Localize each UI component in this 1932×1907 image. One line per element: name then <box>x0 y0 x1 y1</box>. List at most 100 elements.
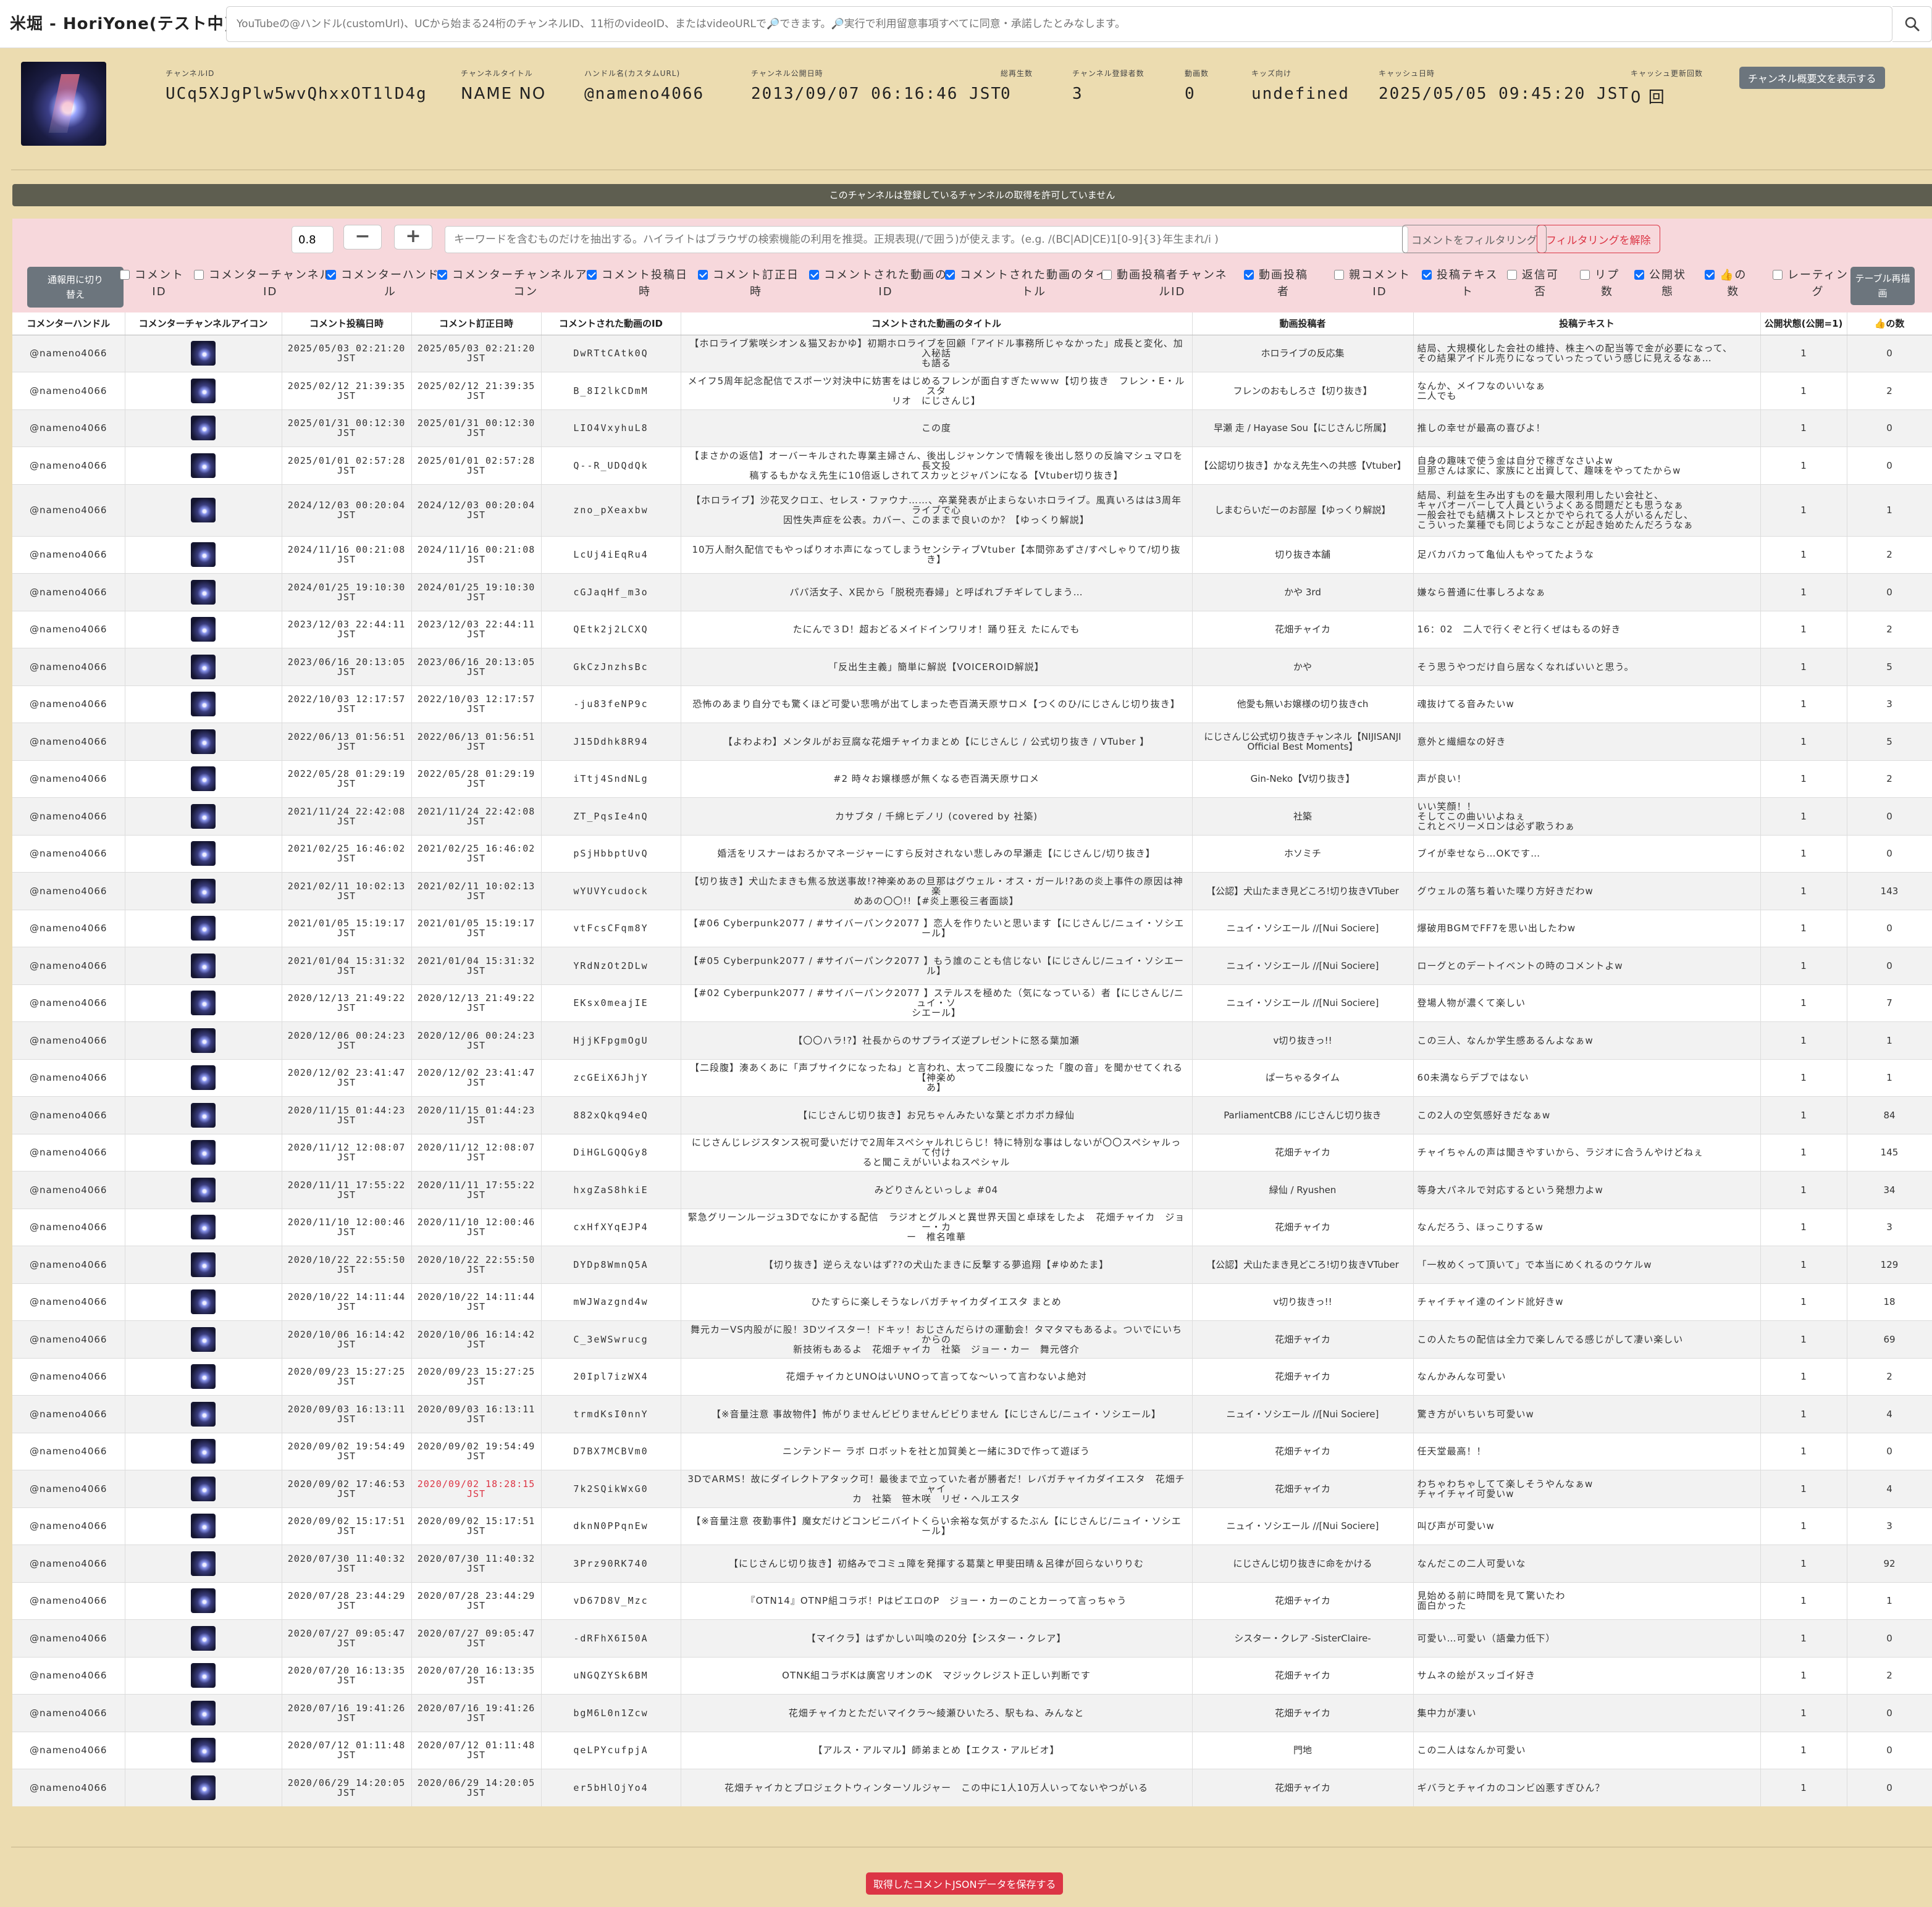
column-toggle[interactable]: 動画投稿者チャンネ ルID <box>1102 267 1227 300</box>
video-id-cell[interactable]: er5bHlOjYo4 <box>541 1769 681 1806</box>
commenter-handle-cell[interactable]: @nameno4066 <box>12 1656 125 1695</box>
video-title-cell[interactable]: この度 <box>681 409 1193 447</box>
commenter-handle-cell[interactable]: @nameno4066 <box>12 1731 125 1769</box>
video-id-cell[interactable]: qeLPYcufpjA <box>541 1731 681 1769</box>
commenter-handle-cell[interactable]: @nameno4066 <box>12 409 125 447</box>
uploader-cell[interactable]: にじさんじ公式切り抜きチャンネル【NIJISANJI Official Best… <box>1192 723 1414 760</box>
uploader-cell[interactable]: 他愛も無いお嬢様の切り抜きch <box>1192 685 1414 723</box>
column-header[interactable]: コメンターチャンネルアイコン <box>125 312 282 335</box>
commenter-avatar[interactable] <box>191 654 216 679</box>
search-input[interactable] <box>226 6 1892 42</box>
video-id-cell[interactable]: -ju83feNP9c <box>541 685 681 723</box>
video-title-cell[interactable]: ひたすらに楽しそうなレバガチャイカダイエスタ まとめ <box>681 1283 1193 1321</box>
commenter-handle-cell[interactable]: @nameno4066 <box>12 1769 125 1806</box>
video-id-cell[interactable]: C_3eWSwrucg <box>541 1320 681 1358</box>
video-id-cell[interactable]: bgM6L0n1Zcw <box>541 1694 681 1732</box>
video-title-cell[interactable]: にじさんじレジスタンス祝可愛いだけで2周年スペシャルれじらじ！特に特別な事はしな… <box>681 1133 1193 1171</box>
column-toggle[interactable]: レーティン グ <box>1773 267 1849 300</box>
zoom-minus-button[interactable]: − <box>343 225 382 249</box>
uploader-cell[interactable]: シスター・クレア -SisterClaire- <box>1192 1619 1414 1657</box>
uploader-cell[interactable]: 花畑チャイカ <box>1192 1357 1414 1396</box>
video-title-cell[interactable]: ニンテンドー ラボ ロボットを社と加賀美と一緒に3Dで作って遊ぼう <box>681 1432 1193 1470</box>
uploader-cell[interactable]: かや <box>1192 648 1414 685</box>
uploader-cell[interactable]: 社築 <box>1192 797 1414 835</box>
column-toggle[interactable]: コメント ID <box>120 267 184 300</box>
commenter-avatar[interactable] <box>191 692 216 717</box>
commenter-handle-cell[interactable]: @nameno4066 <box>12 1619 125 1657</box>
video-id-cell[interactable]: Q--R_UDQdQk <box>541 446 681 484</box>
video-id-cell[interactable]: wYUVYcudock <box>541 872 681 910</box>
uploader-cell[interactable]: 花畑チャイカ <box>1192 1432 1414 1470</box>
filter-comments-button[interactable]: コメントをフィルタリング <box>1402 225 1547 253</box>
video-title-cell[interactable]: 【まさかの返信】オーバーキルされた専業主婦さん、後出しジャンケンで情報を後出し怒… <box>681 446 1193 484</box>
uploader-cell[interactable]: 花畑チャイカ <box>1192 1694 1414 1732</box>
video-id-cell[interactable]: mWJWazgnd4w <box>541 1283 681 1321</box>
uploader-cell[interactable]: フレンのおもしろさ【切り抜き】 <box>1192 372 1414 409</box>
commenter-avatar[interactable] <box>191 1663 216 1688</box>
column-toggle-checkbox[interactable] <box>1705 270 1715 280</box>
column-header[interactable]: コメンターハンドル <box>12 312 125 335</box>
commenter-avatar[interactable] <box>191 729 216 754</box>
commenter-handle-cell[interactable]: @nameno4066 <box>12 1432 125 1470</box>
commenter-handle-cell[interactable]: @nameno4066 <box>12 1544 125 1582</box>
uploader-cell[interactable]: ニュイ・ソシエール //[Nui Sociere] <box>1192 984 1414 1022</box>
commenter-avatar[interactable] <box>191 1700 216 1725</box>
uploader-cell[interactable]: 花畑チャイカ <box>1192 1320 1414 1358</box>
commenter-avatar[interactable] <box>191 1364 216 1389</box>
video-title-cell[interactable]: 【切り抜き】逆らえないはず??の犬山たまきに反撃する夢追翔【#ゆめたま】 <box>681 1246 1193 1283</box>
column-toggle-checkbox[interactable] <box>1580 270 1590 280</box>
video-title-cell[interactable]: 花畑チャイカとUNOはいUNOって言ってな～いって言わないよ絶対 <box>681 1357 1193 1396</box>
video-title-cell[interactable]: 婚活をリスナーはおろかマネージャーにすら反対されない悲しみの早瀬走【にじさんじ/… <box>681 834 1193 873</box>
video-title-cell[interactable]: 【〇〇ハラ!?】社長からのサプライズ逆プレゼントに怒る葉加瀬 <box>681 1021 1193 1059</box>
video-id-cell[interactable]: GkCzJnzhsBc <box>541 648 681 685</box>
commenter-handle-cell[interactable]: @nameno4066 <box>12 1694 125 1732</box>
video-title-cell[interactable]: 【ホロライブ】沙花叉クロエ、セレス・ファウナ……、卒業発表が止まらないホロライブ… <box>681 484 1193 536</box>
video-id-cell[interactable]: DwRTtCAtk0Q <box>541 334 681 372</box>
commenter-avatar[interactable] <box>191 991 216 1016</box>
uploader-cell[interactable]: 【公認切り抜き】かなえ先生への共感【Vtuber】 <box>1192 446 1414 484</box>
video-id-cell[interactable]: zno_pXeaxbw <box>541 484 681 536</box>
video-id-cell[interactable]: J15Ddhk8R94 <box>541 723 681 760</box>
commenter-avatar[interactable] <box>191 1215 216 1240</box>
uploader-cell[interactable]: ニュイ・ソシエール //[Nui Sociere] <box>1192 909 1414 947</box>
commenter-avatar[interactable] <box>191 766 216 792</box>
video-title-cell[interactable]: OTNK組コラボKは廣宮リオンのK マジックレジスト正しい判断です <box>681 1656 1193 1695</box>
video-title-cell[interactable]: 緊急グリーンルージュ3Dでなにかする配信 ラジオとグルメと異世界天国と卓球をした… <box>681 1208 1193 1246</box>
video-title-cell[interactable]: 【マイクラ】はずかしい叫喚の20分【シスター・クレア】 <box>681 1619 1193 1657</box>
commenter-avatar[interactable] <box>191 953 216 978</box>
commenter-handle-cell[interactable]: @nameno4066 <box>12 1058 125 1097</box>
video-id-cell[interactable]: EKsx0meajIE <box>541 984 681 1022</box>
uploader-cell[interactable]: 花畑チャイカ <box>1192 1208 1414 1246</box>
column-toggle-checkbox[interactable] <box>1507 270 1517 280</box>
commenter-handle-cell[interactable]: @nameno4066 <box>12 1208 125 1246</box>
video-id-cell[interactable]: LIO4VxyhuL8 <box>541 409 681 447</box>
uploader-cell[interactable]: にじさんじ切り抜きに命をかける <box>1192 1544 1414 1582</box>
commenter-handle-cell[interactable]: @nameno4066 <box>12 872 125 910</box>
column-header[interactable]: コメント投稿日時 <box>282 312 412 335</box>
video-id-cell[interactable]: QEtk2j2LCXQ <box>541 610 681 648</box>
video-title-cell[interactable]: 【にじさんじ切り抜き】初絡みでコミュ障を発揮する葛葉と甲斐田晴＆呂律が回らないり… <box>681 1544 1193 1582</box>
column-header[interactable]: 👍の数 <box>1847 312 1932 335</box>
video-title-cell[interactable]: #2 時々お嬢様感が無くなる壱百満天原サロメ <box>681 760 1193 798</box>
commenter-avatar[interactable] <box>191 1252 216 1277</box>
commenter-handle-cell[interactable]: @nameno4066 <box>12 1395 125 1433</box>
column-toggle-checkbox[interactable] <box>1422 270 1432 280</box>
column-toggle-checkbox[interactable] <box>194 270 204 280</box>
column-toggle[interactable]: コメント訂正日 時 <box>698 267 799 300</box>
uploader-cell[interactable]: v切り抜きっ!! <box>1192 1283 1414 1321</box>
search-button[interactable] <box>1892 6 1932 42</box>
video-title-cell[interactable]: 【よわよわ】メンタルがお豆腐な花畑チャイカまとめ【にじさんじ / 公式切り抜き … <box>681 723 1193 760</box>
video-title-cell[interactable]: 花畑チャイカとプロジェクトウィンターソルジャー この中に1人10万人いってないや… <box>681 1769 1193 1806</box>
column-toggle[interactable]: 投稿テキス ト <box>1422 267 1498 300</box>
column-toggle-checkbox[interactable] <box>809 270 819 280</box>
commenter-handle-cell[interactable]: @nameno4066 <box>12 984 125 1022</box>
column-header[interactable]: 投稿テキスト <box>1413 312 1761 335</box>
video-id-cell[interactable]: pSjHbbptUvQ <box>541 834 681 873</box>
video-title-cell[interactable]: 舞元カーVS内股がに股！3Dツイスター！ドキッ！おじさんだらけの運動会！タマタマ… <box>681 1320 1193 1358</box>
uploader-cell[interactable]: 【公認】犬山たまき見どころ!切り抜きVTuber <box>1192 1246 1414 1283</box>
zoom-plus-button[interactable]: + <box>394 225 432 249</box>
uploader-cell[interactable]: しまむらいだーのお部屋【ゆっくり解説】 <box>1192 484 1414 536</box>
commenter-handle-cell[interactable]: @nameno4066 <box>12 573 125 611</box>
uploader-cell[interactable]: ぱーちゃるタイム <box>1192 1058 1414 1097</box>
commenter-avatar[interactable] <box>191 378 216 403</box>
